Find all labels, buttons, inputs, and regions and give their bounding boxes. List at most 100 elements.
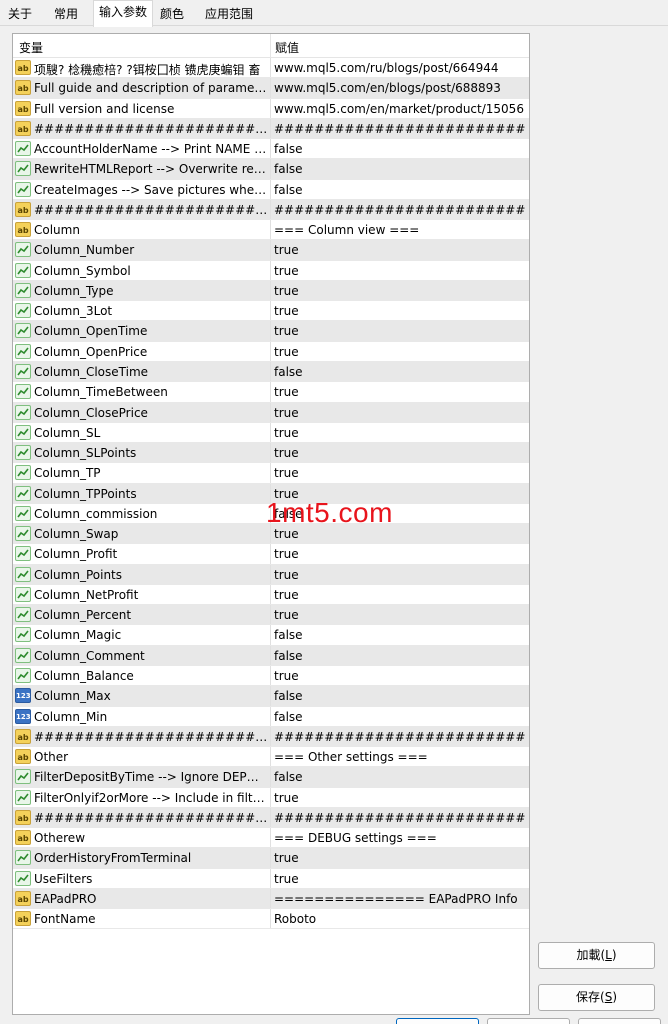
variable-value[interactable]: true	[274, 466, 526, 480]
variable-value[interactable]: true	[274, 324, 526, 338]
table-row[interactable]: ab Other === Other settings ===	[13, 747, 529, 768]
variable-value[interactable]: false	[274, 649, 526, 663]
reset-button[interactable]	[578, 1018, 661, 1024]
table-row[interactable]: Column_OpenPrice true	[13, 341, 529, 362]
table-row[interactable]: AccountHolderName --> Print NAME in repo…	[13, 139, 529, 160]
table-row[interactable]: Column_Profit true	[13, 544, 529, 565]
table-row[interactable]: RewriteHTMLReport --> Overwrite report f…	[13, 159, 529, 180]
tab-colors[interactable]: 颜色	[154, 3, 190, 26]
variable-value[interactable]: www.mql5.com/ru/blogs/post/664944	[274, 61, 526, 75]
table-row[interactable]: ab Full version and license www.mql5.com/e…	[13, 98, 529, 119]
variable-value[interactable]: true	[274, 406, 526, 420]
column-header-value[interactable]: 赋值	[275, 39, 299, 56]
cancel-button[interactable]	[487, 1018, 570, 1024]
table-row[interactable]: OrderHistoryFromTerminal true	[13, 848, 529, 869]
variable-value[interactable]: true	[274, 568, 526, 582]
variable-value[interactable]: true	[274, 385, 526, 399]
tab-inputs[interactable]: 输入参数	[93, 0, 153, 27]
variable-value[interactable]: true	[274, 588, 526, 602]
variable-value[interactable]: false	[274, 142, 526, 156]
table-row[interactable]: ab EAPadPRO =============== EAPadPRO Info	[13, 888, 529, 910]
table-row[interactable]: Column_3Lot true	[13, 301, 529, 322]
table-row[interactable]: Column_Symbol true	[13, 260, 529, 281]
variable-value[interactable]: false	[274, 365, 526, 379]
bool-type-icon	[15, 161, 31, 177]
variable-value[interactable]: www.mql5.com/en/market/product/15056	[274, 102, 526, 116]
variable-value[interactable]: true	[274, 446, 526, 460]
cell-separator	[270, 706, 271, 726]
table-row[interactable]: 123 Column_Min false	[13, 706, 529, 727]
variable-name: RewriteHTMLReport --> Overwrite report f…	[34, 162, 268, 177]
column-header-variable[interactable]: 变量	[19, 39, 43, 56]
table-row[interactable]: ab FontName Roboto	[13, 909, 529, 930]
variable-value[interactable]: true	[274, 527, 526, 541]
variable-value[interactable]: =============== EAPadPRO Info	[274, 892, 526, 906]
tab-common[interactable]: 常用	[46, 3, 86, 26]
column-separator[interactable]	[270, 34, 271, 58]
save-button[interactable]: 保存(S)	[538, 984, 655, 1011]
table-row[interactable]: Column_SL true	[13, 422, 529, 444]
variable-value[interactable]: === Column view ===	[274, 223, 526, 237]
variable-name: Column_TimeBetween	[34, 385, 168, 400]
variable-value[interactable]: true	[274, 547, 526, 561]
table-row[interactable]: Column_TP true	[13, 463, 529, 484]
variable-value[interactable]: true	[274, 791, 526, 805]
tab-scope[interactable]: 应用范围	[200, 3, 258, 26]
table-row[interactable]: CreateImages --> Save pictures when crea…	[13, 179, 529, 200]
table-row[interactable]: Column_Magic false	[13, 625, 529, 646]
table-row[interactable]: UseFilters true	[13, 868, 529, 889]
variable-value[interactable]: Roboto	[274, 912, 526, 926]
table-row[interactable]: ab Column === Column view ===	[13, 220, 529, 241]
variable-value[interactable]: false	[274, 689, 526, 703]
variable-value[interactable]: false	[274, 770, 526, 784]
table-row[interactable]: Column_CloseTime false	[13, 361, 529, 383]
variable-value[interactable]: ########################################…	[274, 203, 526, 217]
variable-value[interactable]: true	[274, 872, 526, 886]
table-row[interactable]: ab Otherew === DEBUG settings ===	[13, 828, 529, 849]
variable-value[interactable]: false	[274, 183, 526, 197]
variable-value[interactable]: true	[274, 608, 526, 622]
table-row[interactable]: Column_Number true	[13, 240, 529, 261]
ok-button[interactable]	[396, 1018, 479, 1024]
table-row[interactable]: Column_Comment false	[13, 645, 529, 666]
load-button[interactable]: 加載(L)	[538, 942, 655, 969]
variable-value[interactable]: true	[274, 284, 526, 298]
table-row[interactable]: Column_NetProfit true	[13, 584, 529, 606]
variable-value[interactable]: true	[274, 851, 526, 865]
table-row[interactable]: Column_Balance true	[13, 665, 529, 687]
variable-value[interactable]: ########################################…	[274, 811, 526, 825]
variable-value[interactable]: true	[274, 264, 526, 278]
table-row[interactable]: Column_Percent true	[13, 605, 529, 626]
table-row[interactable]: Column_SLPoints true	[13, 443, 529, 464]
variable-value[interactable]: true	[274, 345, 526, 359]
table-row[interactable]: ab ######################### #############…	[13, 118, 529, 140]
variable-value[interactable]: false	[274, 162, 526, 176]
table-row[interactable]: FilterOnlyif2orMore --> Include in filte…	[13, 787, 529, 808]
variable-value[interactable]: www.mql5.com/en/blogs/post/688893	[274, 81, 526, 95]
variable-value[interactable]: false	[274, 628, 526, 642]
table-row[interactable]: ab 项騪? 棯穖癒棓? ?铒桉囗桢 镄虎庚蝙钼 畜 www.mql5.com/ru…	[13, 58, 529, 79]
cell-separator	[270, 220, 271, 240]
table-row[interactable]: ab ######################### #############…	[13, 199, 529, 221]
table-row[interactable]: Column_Type true	[13, 280, 529, 302]
variable-value[interactable]: true	[274, 304, 526, 318]
table-row[interactable]: FilterDepositByTime --> Ignore DEPOSITS …	[13, 767, 529, 788]
variable-name: ########################################…	[34, 202, 268, 217]
tab-about[interactable]: 关于	[2, 3, 38, 26]
variable-value[interactable]: false	[274, 710, 526, 724]
variable-value[interactable]: ########################################…	[274, 122, 526, 136]
table-row[interactable]: ab ######################### #############…	[13, 726, 529, 748]
variable-value[interactable]: === Other settings ===	[274, 750, 526, 764]
table-row[interactable]: Column_TimeBetween true	[13, 382, 529, 403]
variable-value[interactable]: true	[274, 426, 526, 440]
table-row[interactable]: ab Full guide and description of paramete…	[13, 78, 529, 99]
table-row[interactable]: Column_ClosePrice true	[13, 402, 529, 423]
variable-value[interactable]: true	[274, 669, 526, 683]
table-row[interactable]: Column_Points true	[13, 564, 529, 585]
table-row[interactable]: Column_OpenTime true	[13, 321, 529, 342]
table-row[interactable]: ab ######################### #############…	[13, 807, 529, 829]
variable-value[interactable]: === DEBUG settings ===	[274, 831, 526, 845]
table-row[interactable]: 123 Column_Max false	[13, 686, 529, 707]
variable-value[interactable]: ########################################…	[274, 730, 526, 744]
variable-value[interactable]: true	[274, 243, 526, 257]
